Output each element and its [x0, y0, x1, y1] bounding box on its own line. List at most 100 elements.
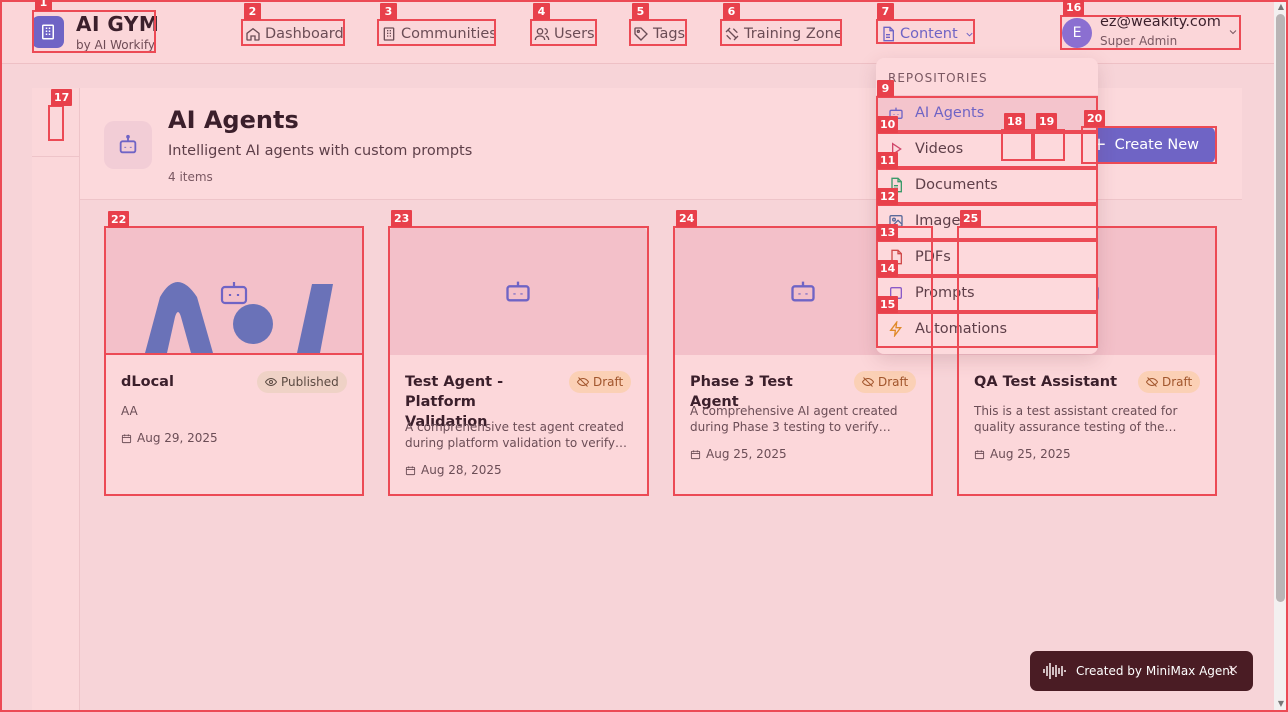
calendar-icon — [974, 449, 985, 459]
card-date: Aug 25, 2025 — [690, 447, 787, 461]
status-badge: Draft — [854, 371, 917, 393]
agent-card[interactable]: dLocal Published AA Aug 29, 2025 — [105, 227, 363, 495]
marker-label: 1 — [35, 0, 52, 11]
nav-training-zone[interactable]: Training Zone — [724, 22, 843, 46]
card-title: QA Test Assistant — [974, 374, 1118, 390]
status-badge: Draft — [569, 371, 632, 393]
nav-training-zone-label: Training Zone — [744, 26, 843, 42]
users-icon — [534, 28, 550, 41]
card-image — [105, 227, 363, 355]
eye-off-icon — [862, 377, 874, 387]
status-label: Draft — [878, 375, 909, 389]
marker-label: 25 — [960, 210, 982, 227]
sidebar — [32, 88, 80, 712]
dlocal-logo-image — [145, 282, 333, 353]
card-date: Aug 28, 2025 — [405, 463, 502, 477]
marker-label: 15 — [877, 296, 899, 313]
marker-label: 13 — [877, 224, 899, 241]
menu-item-label: Automations — [915, 321, 1008, 337]
marker-label: 6 — [723, 3, 740, 20]
marker-label: 12 — [877, 188, 899, 205]
menu-item-documents[interactable]: Documents — [876, 167, 1098, 203]
marker-label: 10 — [877, 116, 899, 133]
user-email[interactable]: ez@weakity.com — [1100, 14, 1221, 30]
lightning-icon — [889, 321, 902, 337]
bot-icon — [791, 281, 815, 302]
eye-icon — [265, 377, 277, 387]
home-icon — [246, 27, 260, 41]
card-description: AA — [121, 404, 138, 418]
chevron-down-icon[interactable] — [1227, 26, 1239, 38]
nav-dashboard-label: Dashboard — [265, 26, 344, 42]
menu-item-videos[interactable]: Videos — [876, 131, 1098, 167]
chevron-down-icon — [966, 32, 973, 37]
close-icon[interactable]: × — [1227, 662, 1239, 678]
card-title: dLocal — [121, 374, 174, 390]
calendar-icon — [121, 433, 132, 443]
nav-content-label: Content — [900, 26, 958, 42]
menu-item-ai-agents[interactable]: AI Agents — [876, 95, 1098, 131]
brand-title[interactable]: AI GYM — [76, 12, 159, 36]
nav-users[interactable]: Users — [534, 22, 595, 46]
agent-card[interactable]: Test Agent - Platform Validation Draft A… — [389, 227, 647, 495]
bot-icon — [506, 281, 530, 302]
scroll-up-arrow[interactable]: ▲ — [1276, 2, 1286, 11]
card-date-text: Aug 25, 2025 — [706, 447, 787, 461]
scrollbar-thumb[interactable] — [1276, 14, 1285, 602]
status-badge: Published — [257, 371, 347, 393]
card-description: This is a test assistant created for qua… — [974, 404, 1178, 434]
marker-label: 4 — [533, 3, 550, 20]
marker-label: 11 — [877, 152, 899, 169]
nav-communities-label: Communities — [401, 26, 497, 42]
marker-label: 24 — [676, 210, 698, 227]
card-date: Aug 25, 2025 — [974, 447, 1071, 461]
marker-label: 9 — [877, 80, 894, 97]
marker-label: 16 — [1063, 0, 1085, 16]
user-role: Super Admin — [1100, 34, 1178, 48]
file-icon — [883, 26, 894, 42]
avatar[interactable]: E — [1062, 18, 1092, 48]
status-label: Draft — [1162, 375, 1193, 389]
card-description: A comprehensive AI agent created during … — [690, 404, 898, 434]
item-count: 4 items — [168, 170, 213, 184]
calendar-icon — [405, 465, 416, 475]
nav-communities[interactable]: Communities — [381, 22, 497, 46]
create-new-button[interactable]: + Create New — [1083, 127, 1215, 163]
building-logo-icon[interactable] — [32, 16, 64, 48]
nav-users-label: Users — [554, 26, 595, 42]
menu-item-images[interactable]: Images — [876, 203, 1098, 239]
card-date-text: Aug 29, 2025 — [137, 431, 218, 445]
menu-item-label: PDFs — [915, 249, 951, 265]
marker-label: 7 — [877, 3, 894, 20]
card-image — [389, 227, 647, 355]
sidebar-divider — [32, 156, 80, 157]
menu-item-prompts[interactable]: Prompts — [876, 275, 1098, 311]
nav-dashboard[interactable]: Dashboard — [245, 22, 344, 46]
status-badge: Draft — [1138, 371, 1201, 393]
card-date-text: Aug 28, 2025 — [421, 463, 502, 477]
menu-item-label: Documents — [915, 177, 998, 193]
card-date-text: Aug 25, 2025 — [990, 447, 1071, 461]
marker-label: 17 — [51, 89, 73, 106]
marker-label: 19 — [1036, 113, 1058, 130]
nav-content[interactable]: Content — [880, 22, 975, 46]
menu-item-pdfs[interactable]: PDFs — [876, 239, 1098, 275]
building-icon — [383, 27, 395, 41]
eye-off-icon — [577, 377, 589, 387]
marker-label: 14 — [877, 260, 899, 277]
dropdown-heading: REPOSITORIES — [888, 71, 988, 85]
marker-label: 20 — [1084, 110, 1106, 127]
scroll-down-arrow[interactable]: ▼ — [1276, 699, 1286, 708]
menu-item-automations[interactable]: Automations — [876, 311, 1098, 347]
nav-tags[interactable]: Tags — [633, 22, 685, 46]
card-description: A comprehensive test agent created durin… — [405, 420, 627, 450]
menu-item-label: Prompts — [915, 285, 975, 301]
marker-label: 5 — [632, 3, 649, 20]
waveform-icon — [1043, 663, 1066, 679]
dumbbell-icon — [725, 27, 739, 41]
nav-tags-label: Tags — [653, 26, 686, 42]
menu-item-label: Videos — [915, 141, 964, 157]
brand-subtitle: by AI Workify — [76, 38, 155, 52]
marker-label: 18 — [1004, 113, 1026, 130]
tag-icon — [634, 27, 648, 41]
